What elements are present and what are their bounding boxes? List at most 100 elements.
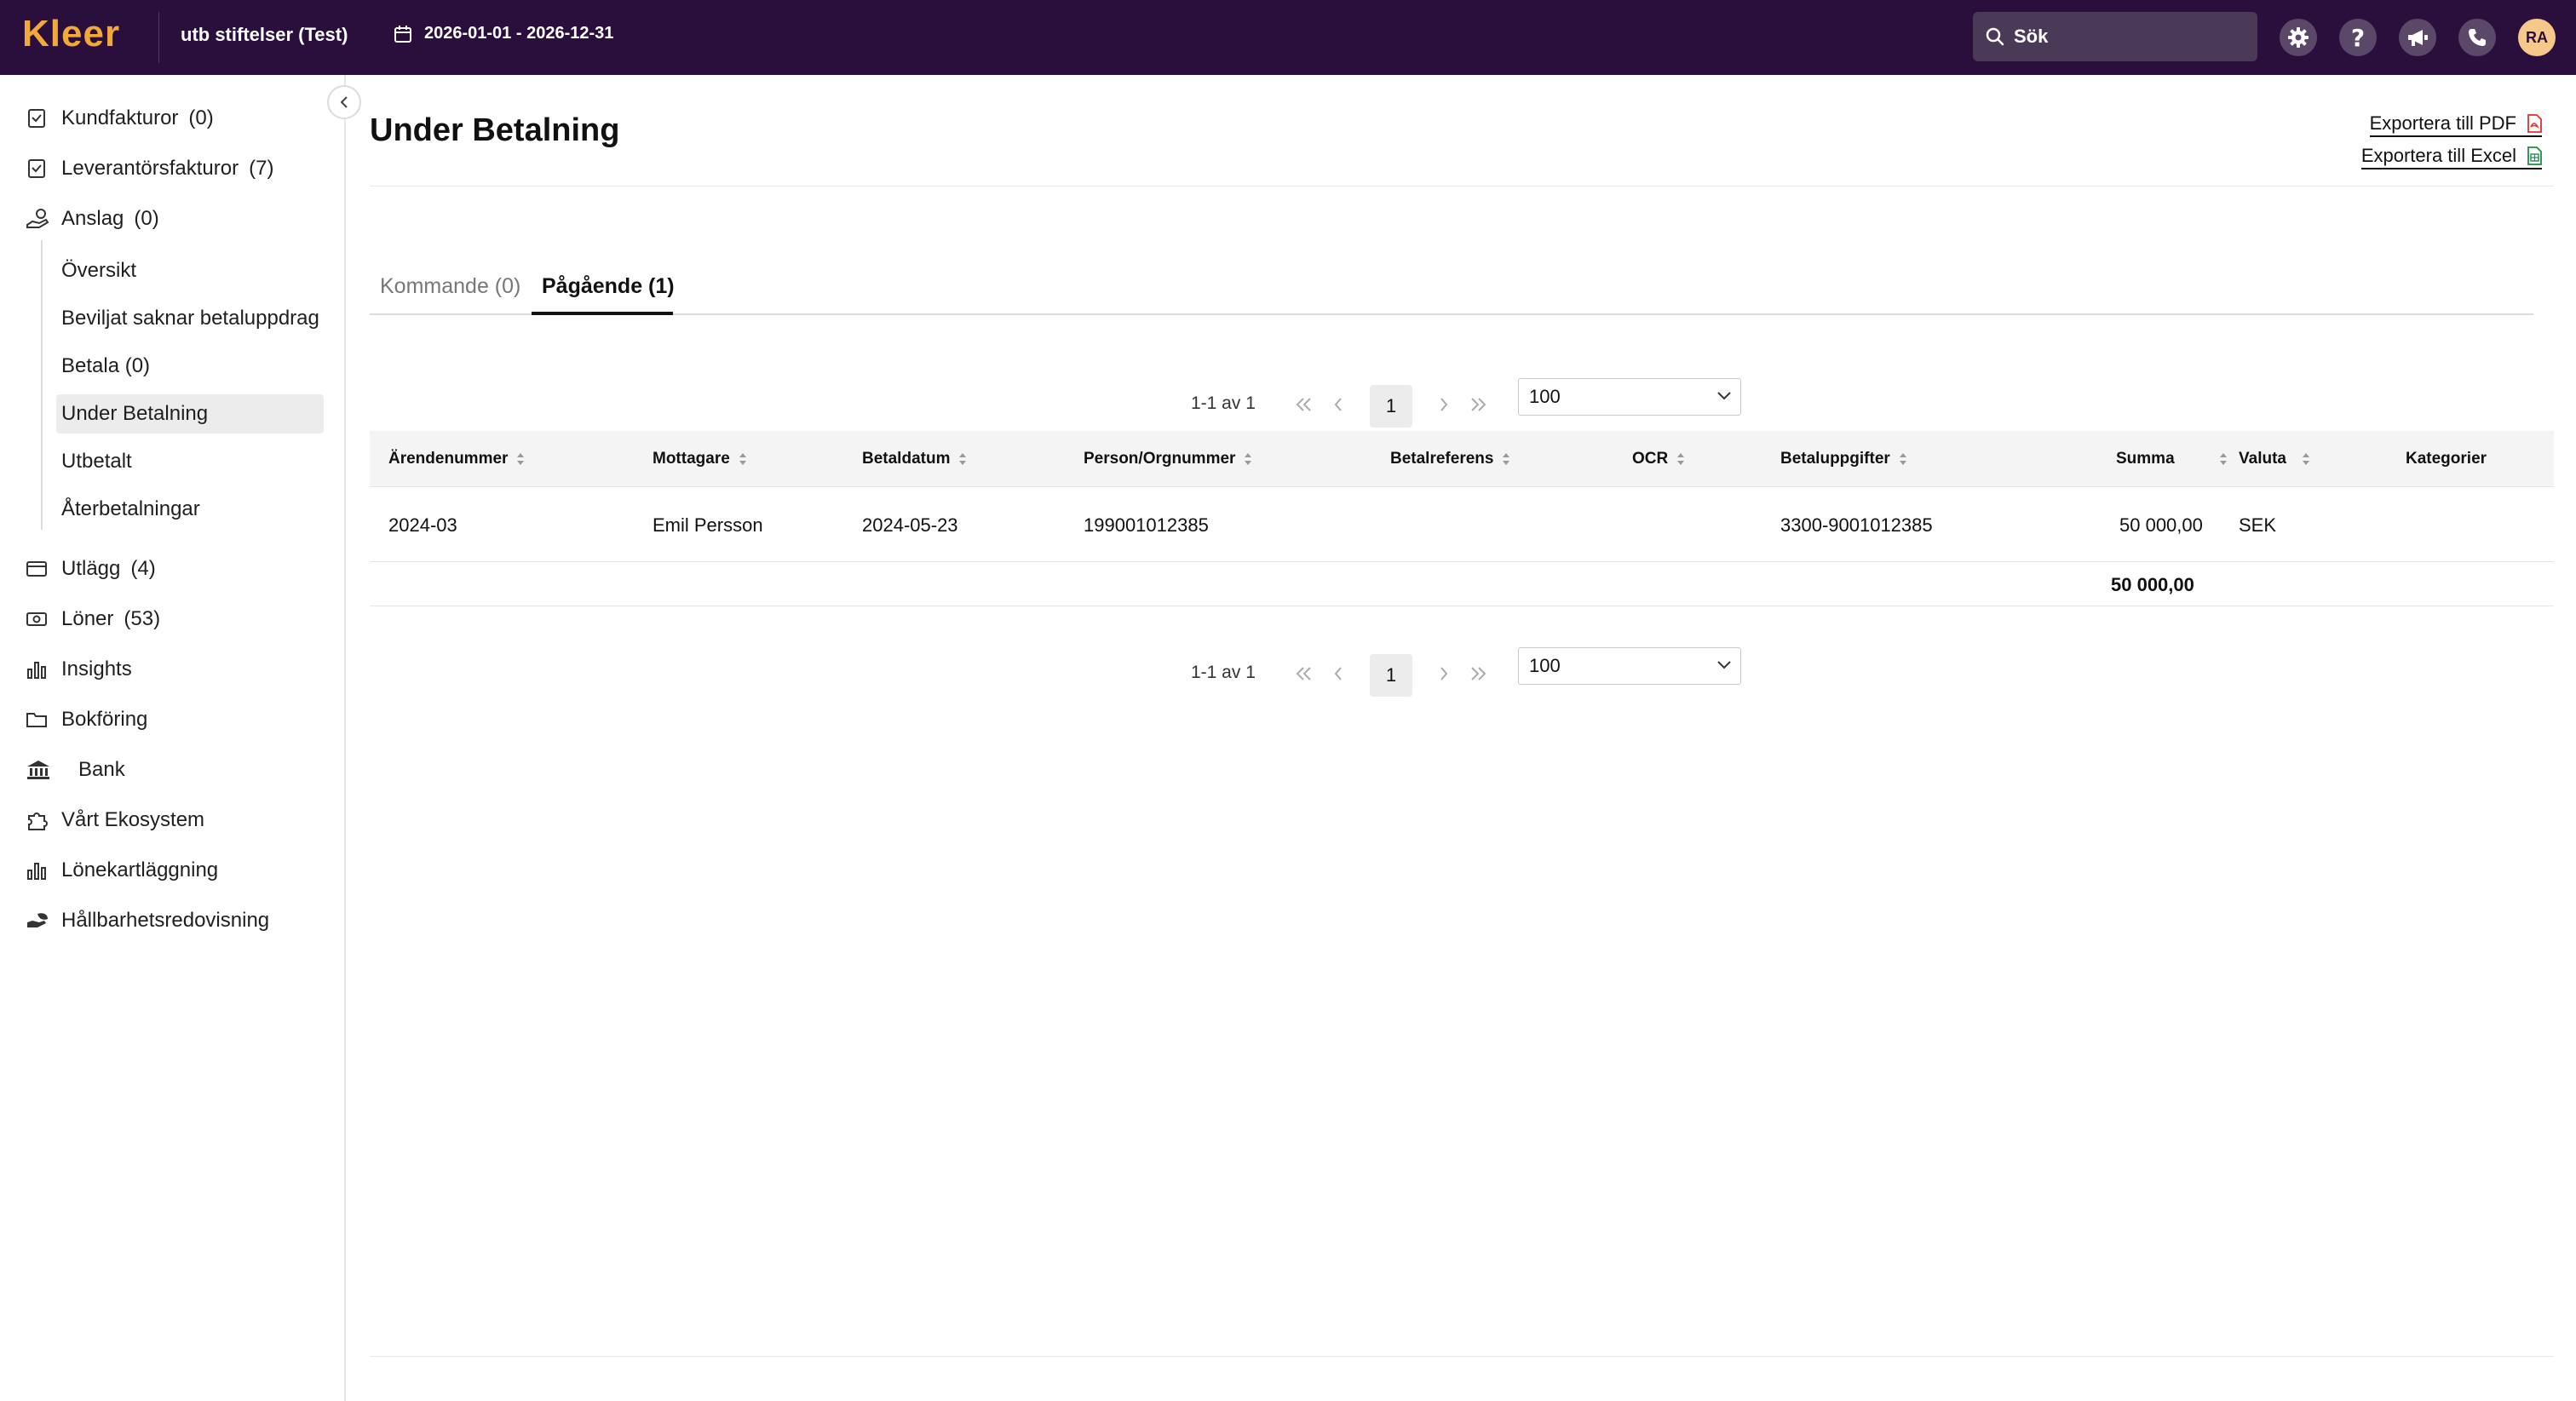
page-size-value: 100 bbox=[1529, 386, 1561, 407]
sort-icon bbox=[2219, 453, 2227, 465]
table-summary-row: 50 000,00 bbox=[370, 562, 2554, 606]
column-header-arendenummer[interactable]: Ärendenummer bbox=[388, 450, 525, 468]
announcements-button[interactable] bbox=[2399, 19, 2436, 56]
user-avatar[interactable]: RA bbox=[2518, 19, 2556, 56]
phone-button[interactable] bbox=[2458, 19, 2496, 56]
sidebar-item-vart-ekosystem[interactable]: Vårt Ekosystem bbox=[26, 803, 204, 837]
page-size-select[interactable]: 100 bbox=[1518, 378, 1741, 416]
bar-chart-icon bbox=[26, 657, 55, 682]
current-page-button[interactable]: 1 bbox=[1370, 654, 1412, 697]
sidebar-subitem-oversikt[interactable]: Översikt bbox=[56, 251, 324, 290]
sidebar-item-bank[interactable]: Bank bbox=[26, 753, 125, 787]
export-excel-label: Exportera till Excel bbox=[2360, 145, 2516, 166]
organization-name[interactable]: utb stiftelser (Test) bbox=[181, 24, 348, 46]
table-row[interactable]: 2024-03 Emil Persson 2024-05-23 19900101… bbox=[370, 487, 2554, 562]
page-title: Under Betalning bbox=[370, 112, 620, 148]
previous-page-button[interactable] bbox=[1325, 661, 1351, 686]
current-page-button[interactable]: 1 bbox=[1370, 385, 1412, 428]
cash-icon bbox=[26, 606, 55, 632]
chevron-right-icon bbox=[1440, 398, 1448, 411]
sidebar-subitem-aterbetalningar[interactable]: Återbetalningar bbox=[56, 490, 324, 529]
date-range-selector[interactable]: 2026-01-01 - 2026-12-31 bbox=[394, 24, 613, 43]
sidebar-item-loner[interactable]: Löner (53) bbox=[26, 602, 160, 636]
pagination-range: 1-1 av 1 bbox=[1191, 663, 1256, 682]
sidebar-item-label: Hållbarhetsredovisning bbox=[61, 909, 270, 932]
sidebar-subitem-beviljat[interactable]: Beviljat saknar betaluppdrag bbox=[56, 299, 324, 338]
last-page-button[interactable] bbox=[1465, 661, 1491, 686]
sidebar-item-count: (53) bbox=[124, 607, 161, 630]
page-size-value: 100 bbox=[1529, 655, 1561, 676]
column-header-betalreferens[interactable]: Betalreferens bbox=[1390, 450, 1510, 468]
double-chevron-left-icon bbox=[1296, 667, 1311, 680]
sidebar-item-lonekartlaggning[interactable]: Lönekartläggning bbox=[26, 853, 218, 887]
export-excel-link[interactable]: Exportera till Excel bbox=[2360, 145, 2542, 169]
puzzle-icon bbox=[26, 807, 55, 833]
sidebar-item-label: Löner bbox=[61, 607, 114, 630]
tab-kommande[interactable]: Kommande (0) bbox=[380, 274, 520, 299]
sidebar-item-label: Leverantörsfakturor bbox=[61, 157, 239, 180]
cell-mottagare: Emil Persson bbox=[653, 514, 763, 536]
sidebar-item-count: (0) bbox=[188, 106, 214, 129]
table-header: Ärendenummer Mottagare Betaldatum Person… bbox=[370, 431, 2554, 487]
sidebar-item-label: Anslag bbox=[61, 207, 124, 230]
sidebar-item-kundfakturor[interactable]: Kundfakturor (0) bbox=[26, 101, 214, 135]
search-input[interactable] bbox=[2014, 26, 2235, 48]
sort-icon bbox=[2302, 453, 2309, 465]
column-header-betaldatum[interactable]: Betaldatum bbox=[862, 450, 967, 468]
cell-betaluppgifter: 3300-9001012385 bbox=[1780, 514, 1933, 536]
column-header-betaluppgifter[interactable]: Betaluppgifter bbox=[1780, 450, 1907, 468]
invoice-icon bbox=[26, 106, 55, 131]
sidebar-item-hallbarhetsredovisning[interactable]: Hållbarhetsredovisning bbox=[26, 904, 269, 938]
bank-icon bbox=[26, 757, 72, 783]
sidebar-item-count: (7) bbox=[249, 157, 274, 180]
sidebar-item-utlagg[interactable]: Utlägg (4) bbox=[26, 552, 156, 586]
column-header-valuta[interactable]: Valuta bbox=[2239, 450, 2310, 468]
sort-icon bbox=[1899, 453, 1906, 465]
column-header-ocr[interactable]: OCR bbox=[1632, 450, 1685, 468]
collapse-sidebar-button[interactable] bbox=[327, 85, 361, 119]
column-header-mottagare[interactable]: Mottagare bbox=[653, 450, 747, 468]
pagination-top: 1-1 av 1 1 100 bbox=[1191, 378, 1743, 428]
cell-betaldatum: 2024-05-23 bbox=[862, 514, 958, 536]
sidebar-item-label: Bank bbox=[78, 758, 125, 781]
folder-icon bbox=[26, 707, 55, 732]
sidebar-item-insights[interactable]: Insights bbox=[26, 652, 132, 686]
status-tabs: Kommande (0) Pågående (1) bbox=[370, 269, 2533, 315]
invoice-icon bbox=[26, 156, 55, 181]
next-page-button[interactable] bbox=[1431, 392, 1457, 417]
first-page-button[interactable] bbox=[1291, 661, 1317, 686]
next-page-button[interactable] bbox=[1431, 661, 1457, 686]
column-header-summa[interactable]: Summa bbox=[2116, 450, 2228, 468]
sidebar-item-bokforing[interactable]: Bokföring bbox=[26, 703, 147, 737]
kleer-logo[interactable]: Kleer bbox=[22, 15, 120, 53]
cell-valuta: SEK bbox=[2239, 514, 2277, 536]
gear-icon bbox=[2288, 27, 2309, 48]
sidebar-item-count: (0) bbox=[134, 207, 159, 230]
phone-icon bbox=[2469, 29, 2486, 46]
export-pdf-label: Exportera till PDF bbox=[2369, 112, 2516, 134]
sidebar-subitem-utbetalt[interactable]: Utbetalt bbox=[56, 442, 324, 481]
first-page-button[interactable] bbox=[1291, 392, 1317, 417]
export-pdf-link[interactable]: Exportera till PDF bbox=[2369, 112, 2542, 137]
tab-pagaende[interactable]: Pågående (1) bbox=[542, 274, 675, 299]
column-header-kategorier: Kategorier bbox=[2406, 450, 2487, 468]
column-header-person-orgnummer[interactable]: Person/Orgnummer bbox=[1084, 450, 1252, 468]
page-size-select[interactable]: 100 bbox=[1518, 647, 1741, 685]
settings-button[interactable] bbox=[2280, 19, 2317, 56]
sidebar-item-leverantorsfakturor[interactable]: Leverantörsfakturor (7) bbox=[26, 152, 273, 186]
footer-divider bbox=[370, 1356, 2554, 1357]
calendar-icon bbox=[394, 25, 411, 43]
chevron-left-icon bbox=[340, 96, 348, 108]
excel-file-icon bbox=[2527, 146, 2542, 165]
sort-icon bbox=[959, 453, 967, 465]
previous-page-button[interactable] bbox=[1325, 392, 1351, 417]
logo-text: Kleer bbox=[22, 13, 121, 55]
sidebar-item-anslag[interactable]: Anslag (0) bbox=[26, 202, 159, 236]
help-button[interactable]: ? bbox=[2339, 19, 2377, 56]
search-box[interactable] bbox=[1973, 12, 2257, 61]
sidebar-subitem-under-betalning[interactable]: Under Betalning bbox=[56, 394, 324, 434]
sort-icon bbox=[1503, 453, 1510, 465]
hand-coin-icon bbox=[26, 206, 55, 232]
last-page-button[interactable] bbox=[1465, 392, 1491, 417]
sidebar-subitem-betala[interactable]: Betala (0) bbox=[56, 347, 324, 386]
